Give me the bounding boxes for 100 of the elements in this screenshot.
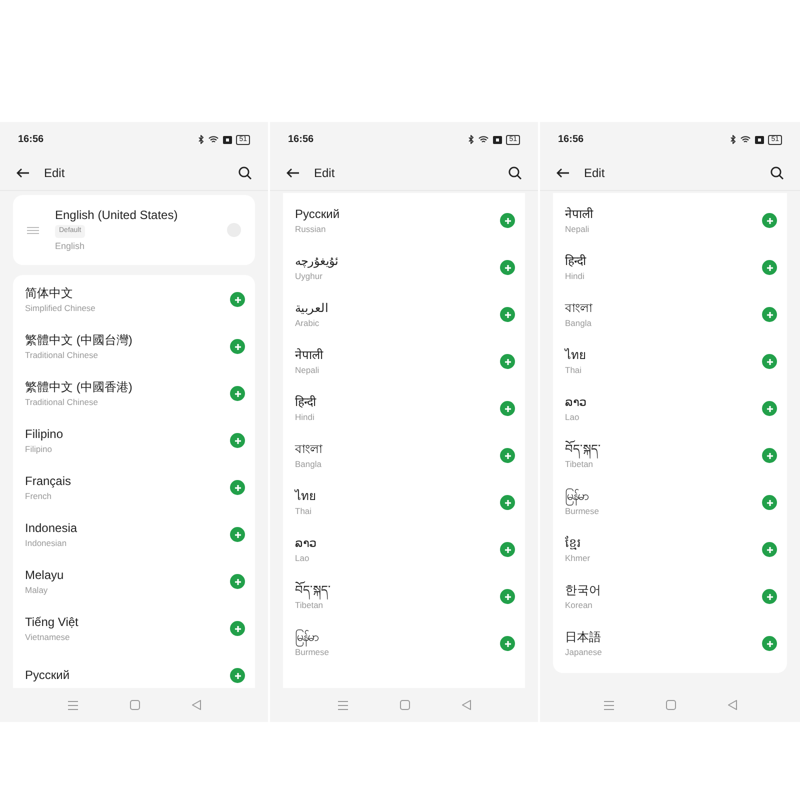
add-button[interactable] — [762, 213, 777, 228]
screen-title: Edit — [584, 164, 606, 182]
add-button[interactable] — [500, 495, 515, 510]
language-name: हिन्दी — [565, 253, 586, 270]
language-subtitle: Traditional Chinese — [25, 396, 98, 408]
add-button[interactable] — [230, 574, 245, 589]
add-button[interactable] — [762, 354, 777, 369]
home-icon[interactable] — [666, 700, 676, 710]
language-subtitle: Tibetan — [295, 600, 324, 611]
add-button[interactable] — [230, 339, 245, 354]
language-name: Français — [25, 473, 72, 490]
add-button[interactable] — [500, 448, 515, 463]
plus-icon — [504, 452, 512, 460]
add-button[interactable] — [500, 636, 515, 651]
language-name: Filipino — [25, 426, 64, 443]
drag-handle-icon[interactable] — [27, 226, 39, 234]
home-icon[interactable] — [400, 700, 410, 710]
search-button[interactable] — [508, 166, 522, 180]
language-name: English (United States) — [55, 207, 178, 223]
language-subtitle: Tibetan — [565, 458, 594, 470]
add-button[interactable] — [762, 495, 777, 510]
language-subtitle: Simplified Chinese — [25, 302, 96, 314]
language-subtitle: Indonesian — [25, 537, 67, 549]
language-subtitle: Burmese — [565, 506, 600, 517]
wifi-icon — [208, 135, 220, 144]
plus-icon — [234, 484, 242, 492]
language-subtitle: Lao — [565, 411, 580, 423]
add-button[interactable] — [500, 401, 515, 416]
add-button[interactable] — [500, 589, 515, 604]
wifi-icon — [478, 135, 490, 144]
add-button[interactable] — [230, 433, 245, 448]
sim-icon — [493, 136, 502, 144]
search-button[interactable] — [770, 166, 784, 180]
sim-icon — [755, 136, 764, 144]
back-button[interactable] — [556, 166, 570, 178]
add-button[interactable] — [230, 621, 245, 636]
bluetooth-icon — [730, 135, 736, 144]
language-subtitle: French — [25, 490, 52, 502]
add-button[interactable] — [762, 589, 777, 604]
language-subtitle: Khmer — [565, 552, 590, 564]
add-button[interactable] — [762, 542, 777, 557]
language-subtitle: Russian — [295, 223, 326, 235]
plus-icon — [234, 342, 242, 350]
sim-icon — [223, 136, 232, 144]
plus-icon — [766, 452, 774, 460]
plus-icon — [234, 624, 242, 632]
back-icon[interactable] — [462, 700, 470, 710]
language-subtitle: Bangla — [565, 317, 592, 329]
add-button[interactable] — [500, 542, 515, 557]
search-button[interactable] — [238, 166, 252, 180]
language-subtitle: Thai — [295, 505, 312, 517]
language-subtitle: Arabic — [295, 317, 320, 329]
plus-icon — [766, 216, 774, 224]
language-name: Melayu — [25, 567, 64, 584]
language-name: ไทย — [565, 347, 586, 364]
language-subtitle: Korean — [565, 599, 592, 611]
add-button[interactable] — [762, 636, 777, 651]
status-time: 16:56 — [18, 133, 44, 147]
plus-icon — [234, 672, 242, 680]
back-icon[interactable] — [728, 700, 736, 710]
add-button[interactable] — [500, 260, 515, 275]
plus-icon — [504, 358, 512, 366]
plus-icon — [766, 264, 774, 272]
add-button[interactable] — [500, 354, 515, 369]
add-button[interactable] — [230, 668, 245, 683]
plus-icon — [766, 404, 774, 412]
plus-icon — [234, 436, 242, 444]
language-subtitle: Hindi — [295, 411, 314, 423]
language-name: བོད་སྐད་ — [295, 582, 331, 599]
plus-icon — [504, 216, 512, 224]
plus-icon — [234, 578, 242, 586]
add-button[interactable] — [230, 386, 245, 401]
add-button[interactable] — [230, 480, 245, 495]
add-button[interactable] — [762, 260, 777, 275]
add-button[interactable] — [762, 448, 777, 463]
bluetooth-icon — [468, 135, 474, 144]
add-button[interactable] — [230, 292, 245, 307]
menu-icon[interactable] — [604, 700, 614, 710]
add-button[interactable] — [500, 307, 515, 322]
add-button[interactable] — [762, 307, 777, 322]
back-button[interactable] — [16, 166, 30, 178]
language-name: 日本語 — [565, 629, 601, 646]
add-button[interactable] — [230, 527, 245, 542]
language-name: বাংলা — [565, 300, 592, 317]
language-name: 繁體中文 (中國台灣) — [25, 332, 132, 349]
plus-icon — [766, 358, 774, 366]
back-button[interactable] — [286, 166, 300, 178]
language-subtitle: Vietnamese — [25, 631, 70, 643]
language-name: Русский — [25, 667, 70, 684]
menu-icon[interactable] — [68, 700, 78, 710]
add-button[interactable] — [762, 401, 777, 416]
plus-icon — [504, 640, 512, 648]
language-subtitle: Nepali — [295, 364, 320, 376]
back-icon[interactable] — [192, 700, 200, 710]
add-button[interactable] — [500, 213, 515, 228]
home-icon[interactable] — [130, 700, 140, 710]
menu-icon[interactable] — [338, 700, 348, 710]
plus-icon — [504, 404, 512, 412]
language-name: العربية — [295, 300, 328, 317]
language-name: ລາວ — [565, 394, 587, 411]
